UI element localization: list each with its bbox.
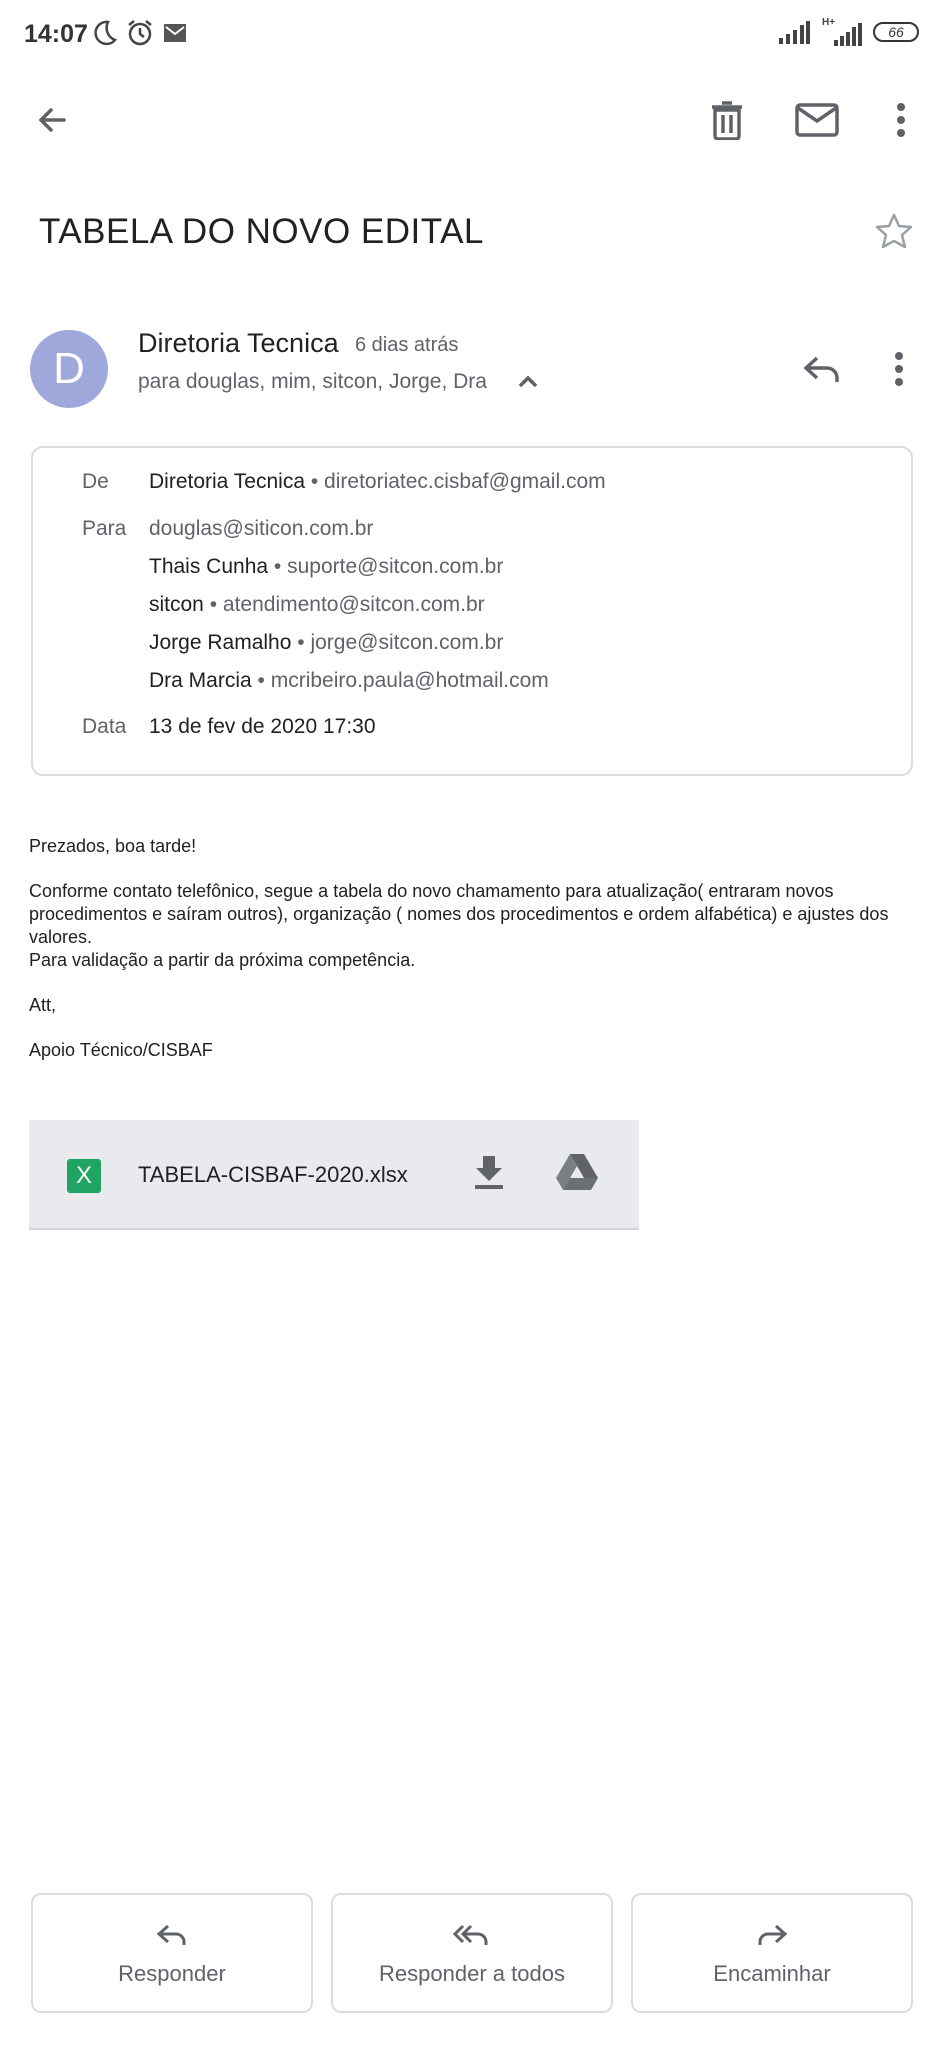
reply-label: Responder bbox=[118, 1961, 226, 1986]
body-line: Para validação a partir da próxima compe… bbox=[29, 950, 416, 970]
forward-icon bbox=[757, 1923, 788, 1952]
from-value: Diretoria Tecnica • diretoriatec.cisbaf@… bbox=[149, 470, 606, 493]
alarm-icon bbox=[125, 18, 155, 53]
body-greeting: Prezados, boa tarde! bbox=[29, 836, 197, 856]
to-label: Para bbox=[82, 517, 127, 540]
reply-icon-button[interactable] bbox=[794, 346, 850, 396]
reply-icon bbox=[156, 1923, 187, 1952]
body-signature: Apoio Técnico/CISBAF bbox=[29, 1040, 213, 1060]
forward-label: Encaminhar bbox=[713, 1961, 831, 1986]
reply-all-label: Responder a todos bbox=[379, 1961, 565, 1986]
recipient-name: sitcon bbox=[149, 593, 204, 616]
sender-name: Diretoria Tecnica bbox=[138, 328, 339, 358]
trash-icon bbox=[710, 100, 744, 145]
sent-time: 6 dias atrás bbox=[355, 334, 459, 356]
recipient-email[interactable]: mcribeiro.paula@hotmail.com bbox=[271, 669, 549, 692]
from-label: De bbox=[82, 470, 109, 493]
battery-level: 66 bbox=[888, 24, 904, 40]
mail-icon bbox=[795, 102, 839, 142]
moon-icon bbox=[90, 18, 118, 53]
email-subject: TABELA DO NOVO EDITAL bbox=[39, 212, 484, 251]
recipient-row: Thais Cunha • suporte@sitcon.com.br bbox=[149, 555, 504, 578]
recipient-name: Jorge Ramalho bbox=[149, 631, 292, 654]
reply-icon bbox=[803, 354, 841, 389]
excel-file-icon: X bbox=[67, 1159, 101, 1193]
star-icon bbox=[874, 213, 914, 256]
message-details-card: De Diretoria Tecnica • diretoriatec.cisb… bbox=[31, 446, 913, 776]
avatar: D bbox=[30, 330, 108, 408]
recipient-email[interactable]: jorge@sitcon.com.br bbox=[310, 631, 503, 654]
signal-icon bbox=[778, 20, 810, 49]
star-button[interactable] bbox=[874, 212, 924, 262]
reply-all-button[interactable]: Responder a todos bbox=[331, 1893, 613, 2013]
back-button[interactable] bbox=[20, 90, 84, 154]
reply-all-icon bbox=[452, 1923, 491, 1952]
recipient-email[interactable]: douglas@siticon.com.br bbox=[149, 517, 373, 540]
more-vert-icon bbox=[896, 102, 906, 142]
recipient-row: douglas@siticon.com.br bbox=[149, 517, 373, 541]
attachment-chip[interactable]: X TABELA-CISBAF-2020.xlsx bbox=[29, 1120, 639, 1230]
more-options-button[interactable] bbox=[869, 90, 933, 154]
recipient-email[interactable]: atendimento@sitcon.com.br bbox=[223, 593, 485, 616]
mark-unread-button[interactable] bbox=[785, 90, 849, 154]
body-paragraph: Conforme contato telefônico, segue a tab… bbox=[29, 881, 889, 947]
reply-button[interactable]: Responder bbox=[31, 1893, 313, 2013]
recipient-row: sitcon • atendimento@sitcon.com.br bbox=[149, 593, 485, 616]
download-icon bbox=[472, 1156, 506, 1196]
recipient-name: Dra Marcia bbox=[149, 669, 252, 692]
forward-button[interactable]: Encaminhar bbox=[631, 1893, 913, 2013]
date-value: 13 de fev de 2020 17:30 bbox=[149, 715, 376, 738]
recipient-email[interactable]: suporte@sitcon.com.br bbox=[287, 555, 503, 578]
more-vert-icon bbox=[894, 351, 904, 391]
date-label: Data bbox=[82, 715, 127, 738]
battery-icon: 66 bbox=[873, 22, 919, 42]
from-email[interactable]: diretoriatec.cisbaf@gmail.com bbox=[324, 470, 606, 493]
back-arrow-icon bbox=[34, 102, 70, 143]
recipient-name: Thais Cunha bbox=[149, 555, 269, 578]
google-drive-icon bbox=[555, 1154, 599, 1196]
message-more-button[interactable] bbox=[879, 346, 919, 396]
gmail-notification-icon bbox=[163, 23, 187, 48]
recipient-row: Jorge Ramalho • jorge@sitcon.com.br bbox=[149, 631, 504, 654]
hplus-signal-icon bbox=[822, 22, 862, 51]
recipients-summary[interactable]: para douglas, mim, sitcon, Jorge, Dra bbox=[138, 370, 487, 394]
body-closing: Att, bbox=[29, 995, 57, 1015]
chevron-up-icon bbox=[516, 375, 540, 394]
save-to-drive-button[interactable] bbox=[555, 1152, 605, 1202]
from-name: Diretoria Tecnica bbox=[149, 470, 306, 493]
recipient-row: Dra Marcia • mcribeiro.paula@hotmail.com bbox=[149, 669, 549, 692]
delete-button[interactable] bbox=[695, 90, 759, 154]
download-button[interactable] bbox=[472, 1152, 522, 1202]
status-time: 14:07 bbox=[24, 20, 88, 48]
collapse-details-button[interactable] bbox=[516, 372, 546, 398]
attachment-filename: TABELA-CISBAF-2020.xlsx bbox=[138, 1162, 408, 1187]
